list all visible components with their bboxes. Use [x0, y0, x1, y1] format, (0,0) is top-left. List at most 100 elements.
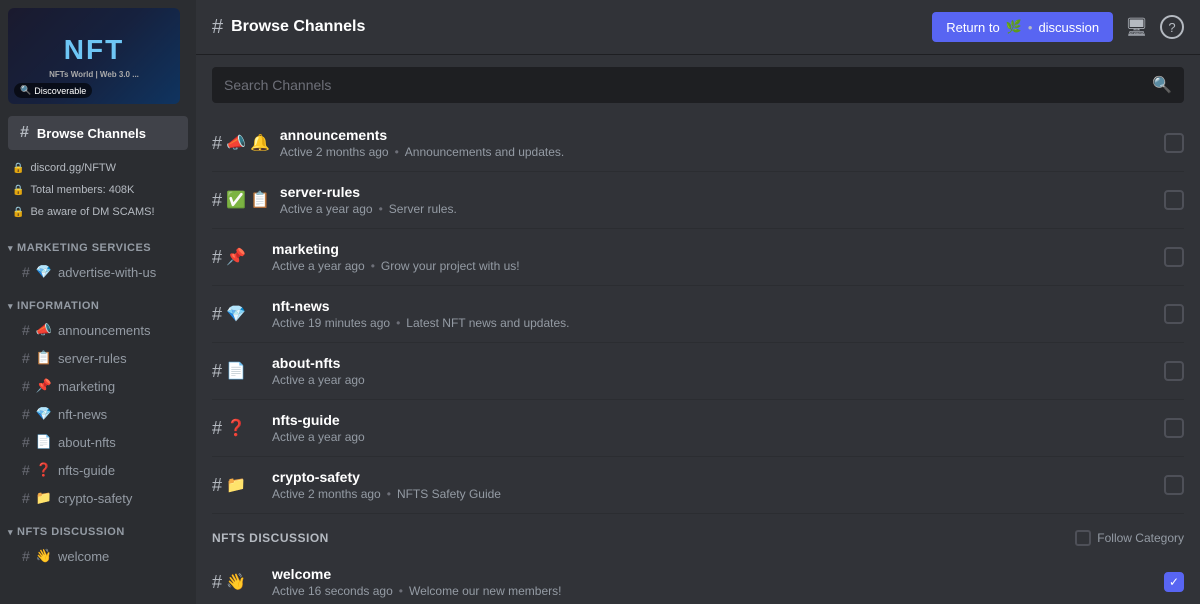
channel-card-welcome: # 👋 welcome Active 16 seconds ago • Welc…	[212, 554, 1184, 604]
channel-badge2: 📋	[250, 190, 270, 210]
channel-icons: # ❓	[212, 418, 262, 439]
channel-name: nft-news	[272, 298, 1154, 314]
channel-badge: 👋	[226, 572, 246, 592]
chevron-down-icon-3: ▾	[8, 527, 13, 538]
category-nfts-discussion[interactable]: ▾ NFTS DISCUSSION	[0, 512, 196, 542]
channel-checkbox[interactable]	[1164, 133, 1184, 153]
category-information[interactable]: ▾ INFORMATION	[0, 286, 196, 316]
channel-icons: # 📁	[212, 475, 262, 496]
sidebar-item-about-nfts[interactable]: # 📄 about-nfts	[6, 429, 190, 455]
channel-badge: ❓	[226, 418, 246, 438]
chevron-down-icon-2: ▾	[8, 301, 13, 312]
sidebar-item-advertise[interactable]: # 💎 advertise-with-us	[6, 259, 190, 285]
channel-meta: Active 19 minutes ago • Latest NFT news …	[272, 316, 1154, 330]
browse-channels-header-icon: #	[212, 16, 223, 39]
channel-icons: # 💎	[212, 304, 262, 325]
sidebar-item-nft-news[interactable]: # 💎 nft-news	[6, 401, 190, 427]
channel-card-server-rules: # ✅ 📋 server-rules Active a year ago • S…	[212, 172, 1184, 229]
channel-icons: # 📣 🔔	[212, 133, 270, 154]
channel-name: welcome	[272, 566, 1154, 582]
channel-card-nft-news: # 💎 nft-news Active 19 minutes ago • Lat…	[212, 286, 1184, 343]
sidebar-item-crypto-safety[interactable]: # 📁 crypto-safety	[6, 485, 190, 511]
server-banner[interactable]: NFT NFTs World | Web 3.0 ... 🔍 Discovera…	[8, 8, 180, 104]
search-icon: 🔍	[1152, 75, 1172, 95]
channel-name: nfts-guide	[272, 412, 1154, 428]
category-marketing-services[interactable]: ▾ MARKETING SERVICES	[0, 228, 196, 258]
hash-icon: #	[212, 247, 222, 268]
channel-meta: Active a year ago	[272, 430, 1154, 444]
channel-info: nft-news Active 19 minutes ago • Latest …	[272, 298, 1154, 330]
channel-meta: Active 2 months ago • Announcements and …	[280, 145, 1154, 159]
channel-name: announcements	[280, 127, 1154, 143]
browse-channels-sidebar-btn[interactable]: # Browse Channels	[8, 116, 188, 150]
channel-info: welcome Active 16 seconds ago • Welcome …	[272, 566, 1154, 598]
channel-meta: Active 16 seconds ago • Welcome our new …	[272, 584, 1154, 598]
channel-badge: 📁	[226, 475, 246, 495]
channel-name: marketing	[272, 241, 1154, 257]
sidebar-info-scams: 🔒 Be aware of DM SCAMS!	[0, 202, 196, 222]
channel-meta: Active 2 months ago • NFTS Safety Guide	[272, 487, 1154, 501]
hash-icon: #	[212, 361, 222, 382]
search-input[interactable]	[224, 77, 1144, 93]
hash-icon: #	[212, 304, 222, 325]
hash-icon: #	[212, 418, 222, 439]
hash-icon: #	[212, 190, 222, 211]
channel-card-nfts-guide: # ❓ nfts-guide Active a year ago	[212, 400, 1184, 457]
hash-icon: #	[22, 264, 30, 280]
channel-name: server-rules	[280, 184, 1154, 200]
channel-checkbox[interactable]	[1164, 475, 1184, 495]
nfts-discussion-section-header: NFTS DISCUSSION Follow Category	[212, 514, 1184, 554]
channel-info: nfts-guide Active a year ago	[272, 412, 1154, 444]
follow-category-checkbox[interactable]	[1075, 530, 1091, 546]
sidebar-item-welcome[interactable]: # 👋 welcome	[6, 543, 190, 569]
help-icon-button[interactable]: ?	[1160, 15, 1184, 39]
channel-info: about-nfts Active a year ago	[272, 355, 1154, 387]
sidebar-info-link: 🔒 discord.gg/NFTW	[0, 158, 196, 178]
hash-icon: #	[22, 490, 30, 506]
hash-icon: #	[22, 434, 30, 450]
return-channel-emoji: 🌿	[1006, 19, 1022, 35]
return-to-button[interactable]: Return to 🌿 • discussion	[932, 12, 1113, 42]
hash-icon: #	[22, 350, 30, 366]
sidebar-item-server-rules[interactable]: # 📋 server-rules	[6, 345, 190, 371]
channel-checkbox[interactable]	[1164, 418, 1184, 438]
channel-badge: 📌	[226, 247, 246, 267]
main-content: # Browse Channels Return to 🌿 • discussi…	[196, 0, 1200, 604]
hash-icon: #	[212, 475, 222, 496]
sidebar-item-marketing[interactable]: # 📌 marketing	[6, 373, 190, 399]
channel-checkbox[interactable]	[1164, 190, 1184, 210]
channel-info: server-rules Active a year ago • Server …	[280, 184, 1154, 216]
channel-name: about-nfts	[272, 355, 1154, 371]
follow-category-btn[interactable]: Follow Category	[1075, 530, 1184, 546]
lock-icon: 🔒	[12, 163, 24, 174]
sidebar-info-members: 🔒 Total members: 408K	[0, 180, 196, 200]
channel-badge: 📣	[226, 133, 246, 153]
sidebar-item-announcements[interactable]: # 📣 announcements	[6, 317, 190, 343]
sidebar-item-nfts-guide[interactable]: # ❓ nfts-guide	[6, 457, 190, 483]
lock-icon-2: 🔒	[12, 185, 24, 196]
channel-badge: 📄	[226, 361, 246, 381]
channel-badge: ✅	[226, 190, 246, 210]
channel-checkbox-checked[interactable]	[1164, 572, 1184, 592]
lock-icon-3: 🔒	[12, 207, 24, 218]
chevron-down-icon: ▾	[8, 243, 13, 254]
monitor-icon-button[interactable]: 🖥	[1121, 13, 1152, 42]
channel-card-crypto-safety: # 📁 crypto-safety Active 2 months ago • …	[212, 457, 1184, 514]
header-right: Return to 🌿 • discussion 🖥 ?	[932, 12, 1184, 42]
hash-icon: #	[20, 124, 29, 142]
search-bar: 🔍	[212, 67, 1184, 103]
discoverable-badge: 🔍 Discoverable	[14, 83, 92, 98]
hash-icon: #	[212, 133, 222, 154]
channel-card-marketing: # 📌 marketing Active a year ago • Grow y…	[212, 229, 1184, 286]
header-left: # Browse Channels	[212, 16, 365, 39]
channel-checkbox[interactable]	[1164, 361, 1184, 381]
channel-badge2: 🔔	[250, 133, 270, 153]
channel-card-about-nfts: # 📄 about-nfts Active a year ago	[212, 343, 1184, 400]
server-banner-text: NFT NFTs World | Web 3.0 ...	[49, 32, 139, 81]
channel-name: crypto-safety	[272, 469, 1154, 485]
channel-meta: Active a year ago • Server rules.	[280, 202, 1154, 216]
channel-checkbox[interactable]	[1164, 247, 1184, 267]
hash-icon: #	[22, 548, 30, 564]
channel-checkbox[interactable]	[1164, 304, 1184, 324]
sidebar: NFT NFTs World | Web 3.0 ... 🔍 Discovera…	[0, 0, 196, 604]
